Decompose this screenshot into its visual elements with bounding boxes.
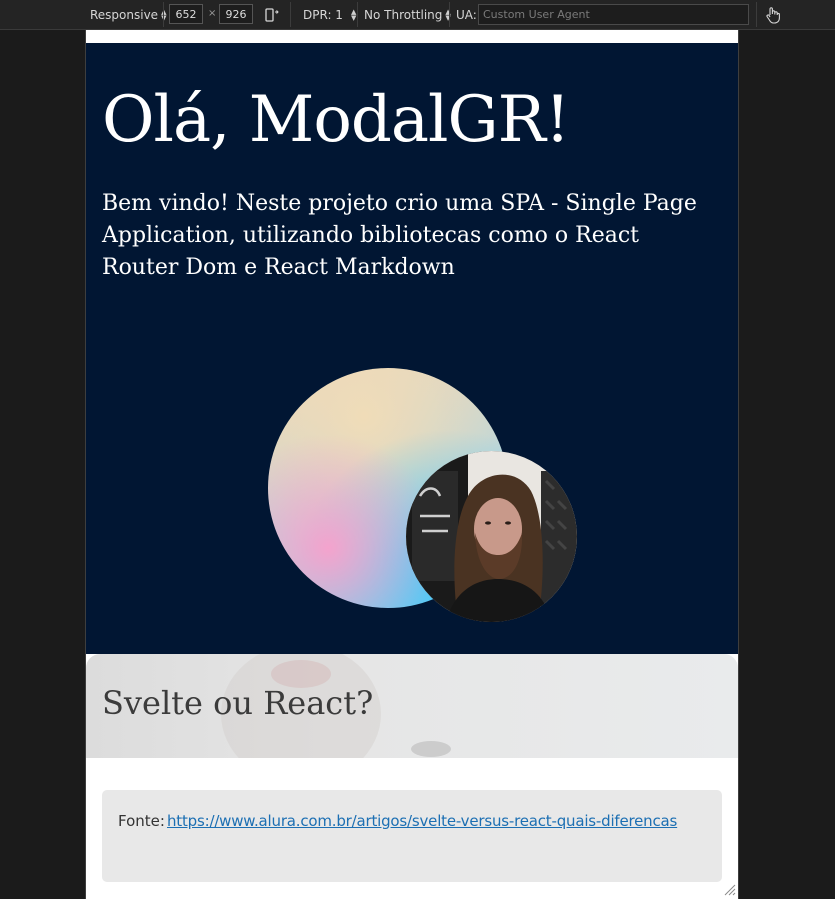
source-link[interactable]: https://www.alura.com.br/artigos/svelte-… [167, 812, 677, 830]
updown-arrows-icon: ▲▼ [350, 7, 357, 22]
resize-handle-icon[interactable] [722, 882, 736, 896]
devtools-toolbar: Responsive ▲▼ 652 × 926 DPR: 1 ▲▼ No Thr… [0, 0, 835, 30]
throttling-select[interactable]: No Throttling ▲▼ [364, 0, 451, 29]
device-mode-select[interactable]: Responsive ▲▼ [90, 0, 166, 29]
viewport-border [738, 30, 739, 899]
divider [449, 2, 450, 27]
source-label: Fonte: [118, 812, 165, 830]
hero-section: Olá, ModalGR! Bem vindo! Neste projeto c… [86, 43, 738, 654]
device-viewport: Olá, ModalGR! Bem vindo! Neste projeto c… [86, 30, 738, 899]
source-box: Fonte: https://www.alura.com.br/artigos/… [102, 790, 722, 882]
user-agent-input[interactable] [478, 4, 749, 25]
page-title: Olá, ModalGR! [102, 83, 570, 157]
avatar [406, 451, 577, 622]
touch-hand-icon [766, 6, 780, 24]
profile-photo-image [406, 451, 577, 622]
rotate-button[interactable] [264, 0, 280, 29]
device-mode-label: Responsive [90, 7, 159, 22]
divider [357, 2, 358, 27]
ua-label: UA: [456, 7, 477, 22]
post-title: Svelte ou React? [102, 684, 374, 722]
post-card[interactable]: Svelte ou React? [86, 654, 738, 758]
touch-simulation-button[interactable] [765, 0, 781, 29]
times-sign: × [208, 8, 217, 19]
divider [163, 2, 164, 27]
width-input[interactable]: 652 [169, 4, 203, 24]
dpr-select[interactable]: DPR: 1 ▲ ▼ [303, 0, 356, 29]
hero-description: Bem vindo! Neste projeto crio uma SPA - … [102, 191, 697, 280]
throttling-label: No Throttling [364, 7, 443, 22]
divider [756, 2, 757, 27]
divider [290, 2, 291, 27]
height-input[interactable]: 926 [219, 4, 253, 24]
rotate-device-icon [265, 7, 279, 22]
dpr-label: DPR: 1 [303, 7, 343, 22]
